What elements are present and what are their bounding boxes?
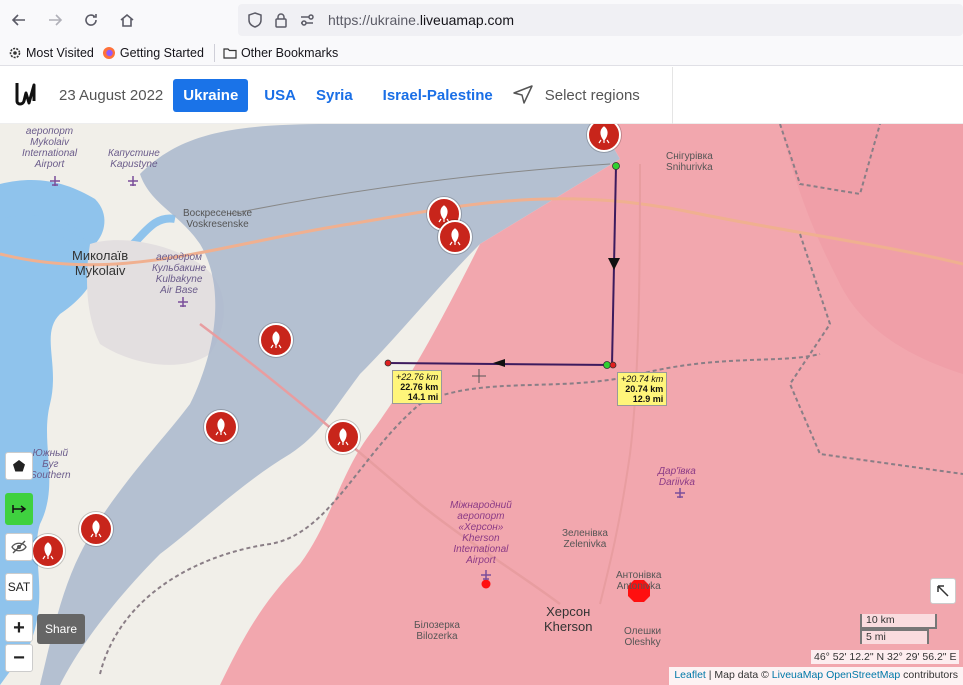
bomb-icon: [449, 228, 461, 246]
bookmark-most-visited[interactable]: Most Visited: [8, 46, 94, 60]
home-button[interactable]: [110, 3, 144, 37]
tab-ukraine[interactable]: Ukraine: [173, 78, 249, 112]
forward-button[interactable]: [38, 3, 72, 37]
label-zelenivka: Зеленівка Zelenivka: [562, 528, 608, 550]
label-dariivka: Дар'ївка Dariivka: [658, 466, 696, 488]
bomb-icon: [215, 418, 227, 436]
gear-icon: [9, 47, 21, 58]
eye-off-icon: [11, 540, 27, 554]
label-mykolaiv: Миколаїв Mykolaiv: [72, 248, 129, 278]
explosion-marker[interactable]: [438, 220, 472, 254]
attribution-text: | Map data ©: [705, 669, 772, 681]
pentagon-icon: [13, 460, 25, 472]
url-bar[interactable]: https://ukraine.liveuamap.com: [238, 4, 963, 36]
select-regions-button[interactable]: Select regions: [511, 83, 640, 107]
measure-point[interactable]: [384, 359, 392, 367]
bookmark-label: Most Visited: [26, 45, 94, 60]
scale-mi: 5 mi: [860, 629, 929, 644]
label-kherson: Херсон Kherson: [544, 604, 593, 634]
label-kulbakyne: аеродром Кульбакине Kulbakyne Air Base: [152, 252, 207, 296]
label-bilozerka: Білозерка Bilozerka: [414, 620, 460, 642]
hide-layer-button[interactable]: [5, 533, 33, 561]
measure-point[interactable]: [612, 162, 620, 170]
bookmark-other[interactable]: Other Bookmarks: [223, 46, 338, 60]
browser-toolbar: https://ukraine.liveuamap.com: [0, 0, 963, 40]
expand-button[interactable]: [930, 578, 956, 604]
measure-label-west: +22.76 km 22.76 km 14.1 mi: [392, 370, 443, 404]
bookmark-label: Other Bookmarks: [240, 45, 339, 60]
explosion-marker[interactable]: [326, 420, 360, 454]
scale-bar: 10 km 5 mi: [860, 614, 937, 644]
satellite-toggle[interactable]: SAT: [5, 573, 33, 601]
bomb-icon: [270, 331, 282, 349]
bookmark-label: Getting Started: [119, 45, 204, 60]
bomb-icon: [90, 520, 102, 538]
draw-polygon-button[interactable]: [5, 452, 33, 480]
map-attribution: Leaflet | Map data © LiveuaMap OpenStree…: [669, 667, 963, 685]
bomb-icon: [42, 542, 54, 560]
explosion-marker[interactable]: [31, 534, 65, 568]
scale-km: 10 km: [860, 614, 937, 629]
url-text: https://ukraine.liveuamap.com: [328, 12, 514, 28]
lock-icon[interactable]: [272, 11, 290, 29]
tab-usa[interactable]: USA: [264, 87, 296, 104]
navigation-arrow-icon: [512, 85, 533, 104]
shield-icon[interactable]: [246, 11, 264, 29]
event-marker[interactable]: [481, 579, 491, 589]
cursor-coordinates: 46° 52' 12.2" N 32° 29' 56.2" E: [811, 650, 960, 664]
measure-point[interactable]: [603, 361, 611, 369]
reload-button[interactable]: [74, 3, 108, 37]
map-canvas[interactable]: аеропорт Mykolaiv International Airport Ка…: [0, 124, 963, 685]
label-snihurivka: Снігурівка Snihurivka: [666, 151, 713, 173]
firefox-icon: [102, 46, 115, 59]
explosion-marker[interactable]: [259, 323, 293, 357]
measure-point[interactable]: [609, 361, 617, 369]
label-kherson-airport: Міжнародний аеропорт «Херсон» Kherson Inte…: [450, 500, 512, 566]
measure-button[interactable]: [5, 493, 33, 525]
label-oleshky: Олешки Oleshky: [624, 626, 662, 648]
current-date[interactable]: 23 August 2022: [59, 87, 163, 104]
bookmark-separator: [213, 43, 215, 62]
zoom-out-button[interactable]: −: [5, 644, 33, 672]
liveuamap-link[interactable]: LiveuaMap: [772, 669, 823, 681]
arrow-left-icon: [11, 14, 25, 26]
tab-israel-palestine[interactable]: Israel-Palestine: [383, 87, 493, 104]
attribution-suffix: contributors: [900, 669, 958, 681]
expand-arrow-icon: [937, 585, 949, 597]
liveuamap-logo[interactable]: [13, 80, 39, 110]
bookmark-getting-started[interactable]: Getting Started: [102, 46, 204, 60]
zoom-in-button[interactable]: +: [5, 614, 33, 642]
home-icon: [120, 13, 134, 27]
bomb-icon: [337, 428, 349, 446]
permissions-icon[interactable]: [298, 11, 316, 29]
map-base-layer: [0, 124, 963, 685]
leaflet-link[interactable]: Leaflet: [674, 669, 706, 681]
ruler-arrow-icon: [12, 505, 27, 513]
explosion-marker[interactable]: [79, 512, 113, 546]
explosion-marker[interactable]: [204, 410, 238, 444]
url-host: liveuamap.com: [419, 12, 514, 28]
osm-link[interactable]: OpenStreetMap: [826, 669, 900, 681]
label-kapustyne: Капустине Kapustyne: [108, 148, 160, 170]
bookmarks-bar: Most Visited Getting Started Other Bookm…: [0, 40, 963, 66]
url-prefix: https://ukraine.: [328, 12, 420, 28]
bomb-icon: [598, 126, 610, 144]
folder-icon: [223, 47, 237, 59]
reload-icon: [85, 14, 97, 26]
arrow-right-icon: [49, 14, 63, 26]
label-voskresenske: Воскресенське Voskresenske: [183, 208, 253, 230]
measure-label-south: +20.74 km 20.74 km 12.9 mi: [617, 372, 668, 406]
label-mykolaiv-airport: аеропорт Mykolaiv International Airport: [22, 126, 78, 170]
select-regions-label: Select regions: [544, 86, 640, 104]
site-header: 23 August 2022 Ukraine USA Syria Israel-…: [0, 67, 963, 124]
label-southern-bug: Южный Буг Southern: [30, 448, 71, 481]
tab-syria[interactable]: Syria: [316, 87, 353, 104]
label-antonivka: Антонівка Antonivka: [616, 570, 662, 592]
header-divider: [672, 67, 673, 124]
back-button[interactable]: [2, 3, 36, 37]
share-tooltip[interactable]: Share: [37, 614, 85, 644]
